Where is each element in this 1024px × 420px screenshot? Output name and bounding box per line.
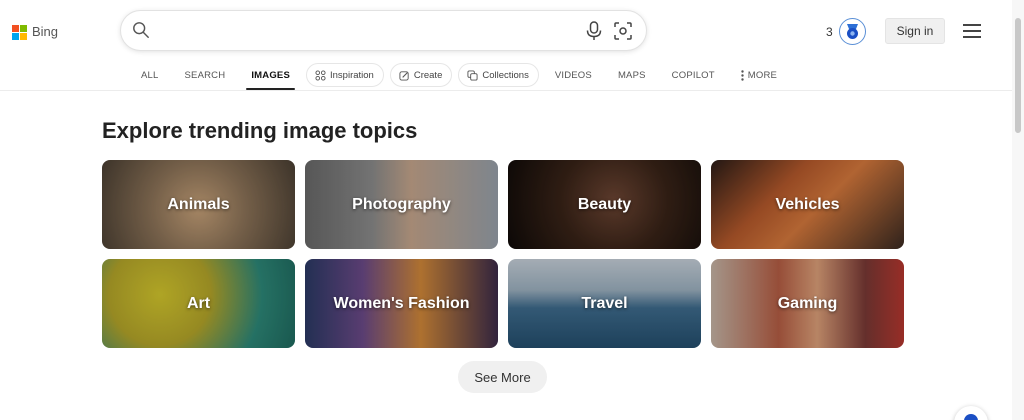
see-more-button[interactable]: See More bbox=[458, 361, 547, 393]
topic-tile-photography[interactable]: Photography bbox=[305, 160, 498, 249]
topic-label: Vehicles bbox=[775, 195, 840, 213]
feedback-icon[interactable] bbox=[954, 406, 988, 420]
tab-more[interactable]: MORE bbox=[728, 61, 790, 89]
tab-collections-label: Collections bbox=[482, 69, 529, 81]
topic-tile-animals[interactable]: Animals bbox=[102, 160, 295, 249]
tab-images[interactable]: IMAGES bbox=[238, 61, 303, 90]
more-dots-icon bbox=[741, 69, 744, 81]
page-title: Explore trending image topics bbox=[102, 118, 418, 143]
rewards-medal-icon[interactable] bbox=[838, 18, 866, 45]
search-icon[interactable] bbox=[132, 21, 150, 39]
topic-tile-beauty[interactable]: Beauty bbox=[508, 160, 701, 249]
microphone-icon[interactable] bbox=[585, 21, 603, 41]
page-scrollbar[interactable] bbox=[1012, 0, 1024, 420]
topic-tile-vehicles[interactable]: Vehicles bbox=[711, 160, 904, 249]
tab-collections[interactable]: Collections bbox=[458, 63, 539, 87]
topics-grid: Animals Photography Beauty Vehicles Art … bbox=[102, 160, 904, 348]
create-icon bbox=[399, 70, 409, 81]
sign-in-button[interactable]: Sign in bbox=[885, 18, 945, 44]
inspiration-icon bbox=[315, 69, 326, 81]
tab-all[interactable]: ALL bbox=[128, 61, 172, 89]
topic-tile-womens-fashion[interactable]: Women's Fashion bbox=[305, 259, 498, 348]
tab-inspiration-label: Inspiration bbox=[330, 69, 374, 81]
microsoft-logo-icon bbox=[12, 24, 27, 40]
topic-label: Gaming bbox=[777, 294, 838, 312]
topic-label: Art bbox=[186, 294, 211, 312]
topic-tile-gaming[interactable]: Gaming bbox=[711, 259, 904, 348]
tab-videos[interactable]: VIDEOS bbox=[542, 61, 605, 89]
topic-tile-art[interactable]: Art bbox=[102, 259, 295, 348]
collections-icon bbox=[467, 69, 478, 81]
tab-search[interactable]: SEARCH bbox=[172, 61, 239, 89]
hamburger-menu-icon[interactable] bbox=[963, 24, 981, 38]
topic-tile-travel[interactable]: Travel bbox=[508, 259, 701, 348]
rewards[interactable]: 3 bbox=[826, 18, 866, 45]
topic-label: Beauty bbox=[577, 195, 632, 213]
scrollbar-thumb[interactable] bbox=[1015, 18, 1021, 133]
search-input[interactable] bbox=[161, 19, 581, 41]
tab-copilot[interactable]: COPILOT bbox=[659, 61, 728, 89]
tab-create-label: Create bbox=[413, 69, 443, 81]
tab-maps[interactable]: MAPS bbox=[605, 61, 659, 89]
rewards-count: 3 bbox=[826, 24, 833, 39]
tab-inspiration[interactable]: Inspiration bbox=[306, 63, 384, 87]
brand-name: Bing bbox=[32, 24, 59, 39]
tab-create[interactable]: Create bbox=[389, 63, 453, 87]
visual-search-icon[interactable] bbox=[613, 21, 633, 41]
search-scope-nav: ALL SEARCH IMAGES Inspiration Create Col… bbox=[128, 60, 790, 90]
header-divider bbox=[0, 90, 1012, 91]
topic-label: Photography bbox=[352, 195, 451, 213]
search-box[interactable] bbox=[121, 11, 646, 50]
topic-label: Animals bbox=[167, 195, 230, 213]
topic-label: Travel bbox=[581, 294, 628, 312]
bing-logo[interactable]: Bing bbox=[12, 24, 59, 40]
topic-label: Women's Fashion bbox=[333, 294, 470, 312]
tab-more-label: MORE bbox=[747, 69, 778, 81]
